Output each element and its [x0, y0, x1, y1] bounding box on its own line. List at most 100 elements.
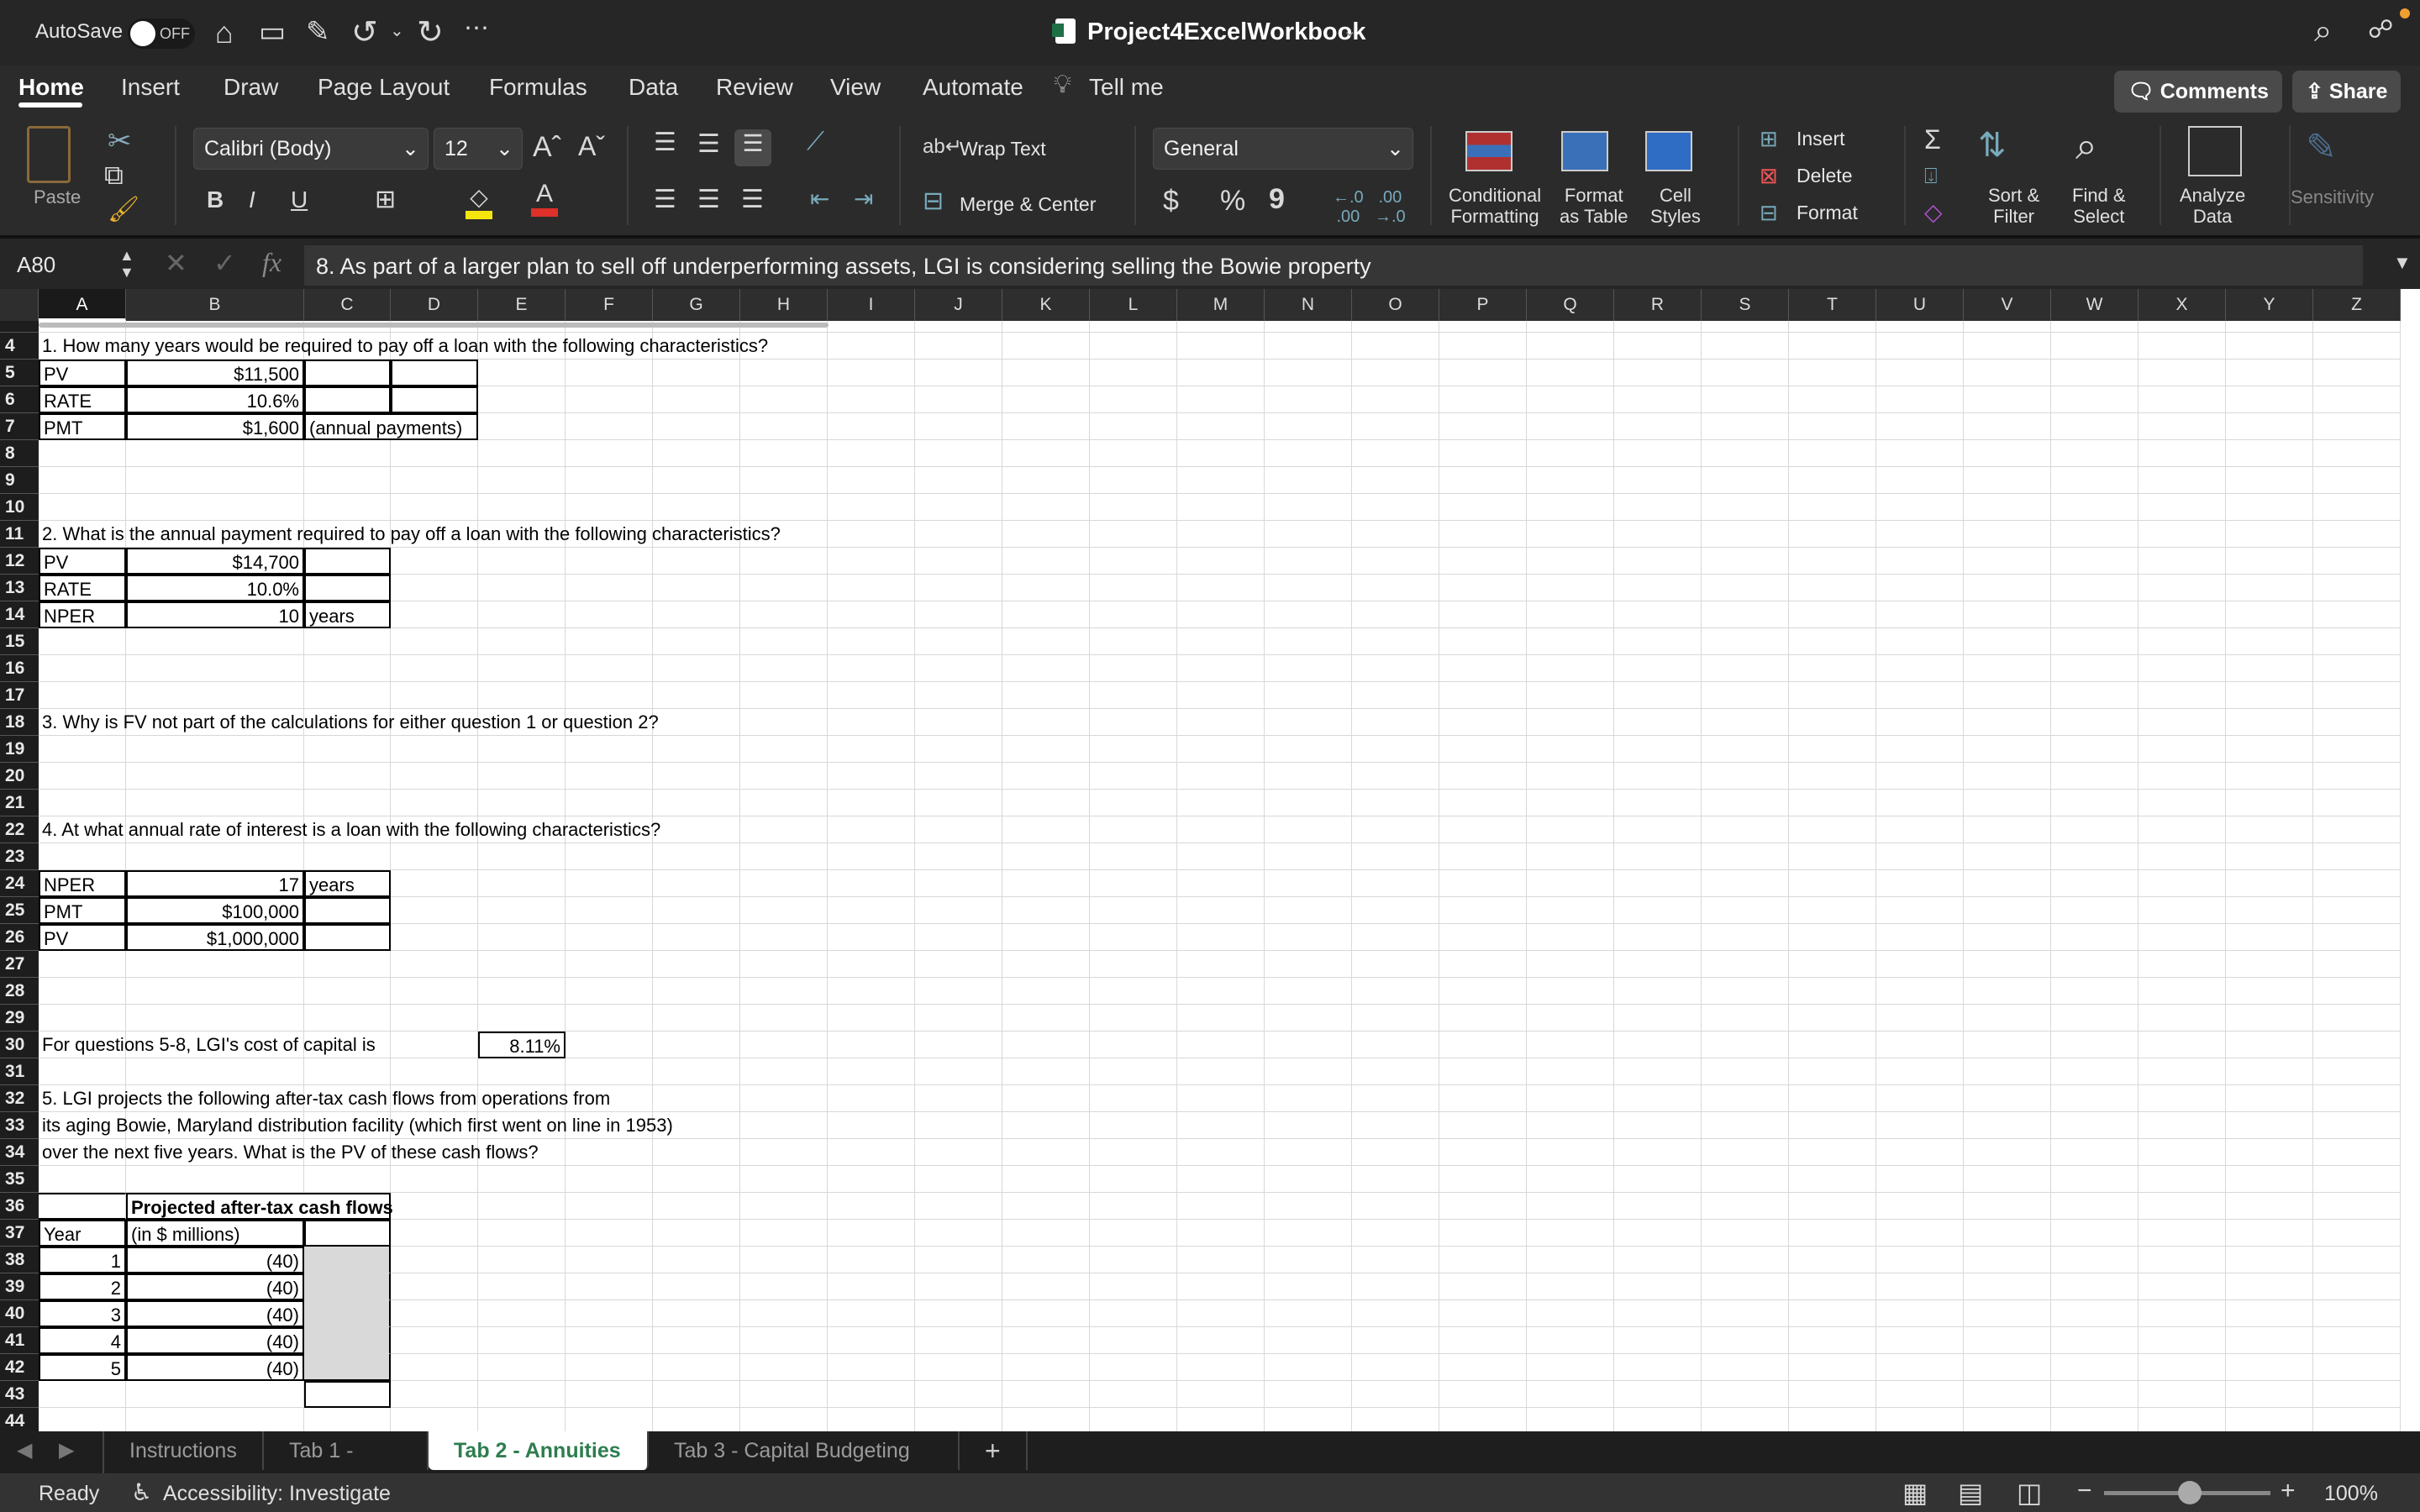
cell[interactable]	[1702, 548, 1789, 575]
cell[interactable]	[1964, 548, 2051, 575]
cell[interactable]	[2051, 628, 2139, 655]
cell[interactable]	[1876, 1247, 1964, 1273]
cell[interactable]	[2226, 1300, 2313, 1327]
cell[interactable]	[478, 843, 566, 870]
cell[interactable]	[2313, 548, 2401, 575]
cell[interactable]	[1876, 1300, 1964, 1327]
cell[interactable]	[1439, 360, 1527, 386]
cell[interactable]	[391, 951, 478, 978]
cell[interactable]	[1002, 1032, 1090, 1058]
cell[interactable]: NPER	[39, 870, 126, 897]
cell[interactable]	[2139, 1193, 2226, 1220]
cell[interactable]	[1265, 321, 1352, 333]
cell[interactable]	[2226, 843, 2313, 870]
cell[interactable]	[740, 1408, 828, 1431]
cell[interactable]	[2139, 1220, 2226, 1247]
cell[interactable]	[1702, 1139, 1789, 1166]
cell[interactable]	[1002, 951, 1090, 978]
row-header[interactable]: 14	[0, 601, 39, 628]
cell[interactable]	[1265, 870, 1352, 897]
cell[interactable]	[1702, 521, 1789, 548]
cell[interactable]	[1352, 736, 1439, 763]
cell[interactable]	[1352, 1032, 1439, 1058]
decrease-font-icon[interactable]: Aˇ	[578, 131, 605, 162]
cell[interactable]	[1527, 1032, 1614, 1058]
cell[interactable]	[1090, 1220, 1177, 1247]
cell[interactable]	[740, 601, 828, 628]
cell[interactable]	[1439, 494, 1527, 521]
cell[interactable]: 8.11%	[478, 1032, 566, 1058]
cell[interactable]	[1702, 1220, 1789, 1247]
cell[interactable]	[1702, 413, 1789, 440]
cell[interactable]	[1876, 736, 1964, 763]
cell[interactable]	[1439, 951, 1527, 978]
cell[interactable]	[2139, 1166, 2226, 1193]
column-header-G[interactable]: G	[653, 289, 740, 321]
align-bottom-icon[interactable]: ☰	[734, 129, 771, 166]
cell[interactable]	[1702, 360, 1789, 386]
cell[interactable]	[740, 655, 828, 682]
cell[interactable]	[1527, 790, 1614, 816]
cell[interactable]	[1265, 790, 1352, 816]
cell[interactable]	[1876, 655, 1964, 682]
cell[interactable]	[1352, 360, 1439, 386]
cell[interactable]	[1265, 521, 1352, 548]
cell[interactable]	[1352, 1408, 1439, 1431]
cell[interactable]	[653, 1005, 740, 1032]
cell[interactable]	[2139, 440, 2226, 467]
cell[interactable]	[391, 978, 478, 1005]
cell[interactable]	[1789, 548, 1876, 575]
cell[interactable]	[1002, 1112, 1090, 1139]
cell[interactable]	[1789, 1085, 1876, 1112]
cell[interactable]	[2139, 1112, 2226, 1139]
cell[interactable]	[740, 897, 828, 924]
cell[interactable]	[1002, 790, 1090, 816]
save-as-icon[interactable]: ✎	[306, 15, 330, 49]
cell[interactable]	[1702, 1247, 1789, 1273]
row-header[interactable]: 38	[0, 1247, 39, 1273]
cell[interactable]	[478, 1327, 566, 1354]
cell[interactable]	[566, 1381, 653, 1408]
cell[interactable]	[2139, 816, 2226, 843]
cell[interactable]	[1789, 1112, 1876, 1139]
cell[interactable]	[1702, 816, 1789, 843]
format-as-table-label[interactable]: Format as Table	[1560, 185, 1628, 227]
cell[interactable]	[828, 870, 915, 897]
cell[interactable]	[478, 978, 566, 1005]
cell[interactable]	[1876, 413, 1964, 440]
cell[interactable]	[1265, 709, 1352, 736]
cell[interactable]	[1352, 1354, 1439, 1381]
cell[interactable]	[828, 1139, 915, 1166]
accessibility-status[interactable]: Accessibility: Investigate	[163, 1482, 391, 1506]
cell[interactable]	[653, 951, 740, 978]
cell[interactable]	[1090, 386, 1177, 413]
cell[interactable]	[1527, 1408, 1614, 1431]
cell[interactable]	[653, 1300, 740, 1327]
cell[interactable]	[1876, 1005, 1964, 1032]
cell[interactable]	[1002, 1085, 1090, 1112]
cell[interactable]	[828, 763, 915, 790]
tab-draw[interactable]: Draw	[224, 74, 278, 101]
cell[interactable]	[1789, 1247, 1876, 1273]
cell[interactable]	[1789, 1381, 1876, 1408]
row-header[interactable]: 36	[0, 1193, 39, 1220]
cell[interactable]	[1789, 709, 1876, 736]
cell[interactable]	[653, 1220, 740, 1247]
cell[interactable]	[1876, 1354, 1964, 1381]
cell[interactable]	[1090, 1139, 1177, 1166]
cell[interactable]	[304, 467, 391, 494]
cell[interactable]	[1439, 1247, 1527, 1273]
cell[interactable]	[740, 682, 828, 709]
cell[interactable]: $1,600	[126, 413, 304, 440]
cell[interactable]	[2313, 978, 2401, 1005]
format-cells-button[interactable]: Format	[1797, 202, 1858, 224]
cell[interactable]	[1439, 1300, 1527, 1327]
cell[interactable]	[1352, 601, 1439, 628]
cell[interactable]	[478, 790, 566, 816]
cell[interactable]	[828, 924, 915, 951]
cell[interactable]	[304, 360, 391, 386]
cell[interactable]	[478, 1220, 566, 1247]
cell[interactable]	[1439, 1058, 1527, 1085]
cell[interactable]	[2139, 628, 2226, 655]
cell[interactable]	[566, 1032, 653, 1058]
